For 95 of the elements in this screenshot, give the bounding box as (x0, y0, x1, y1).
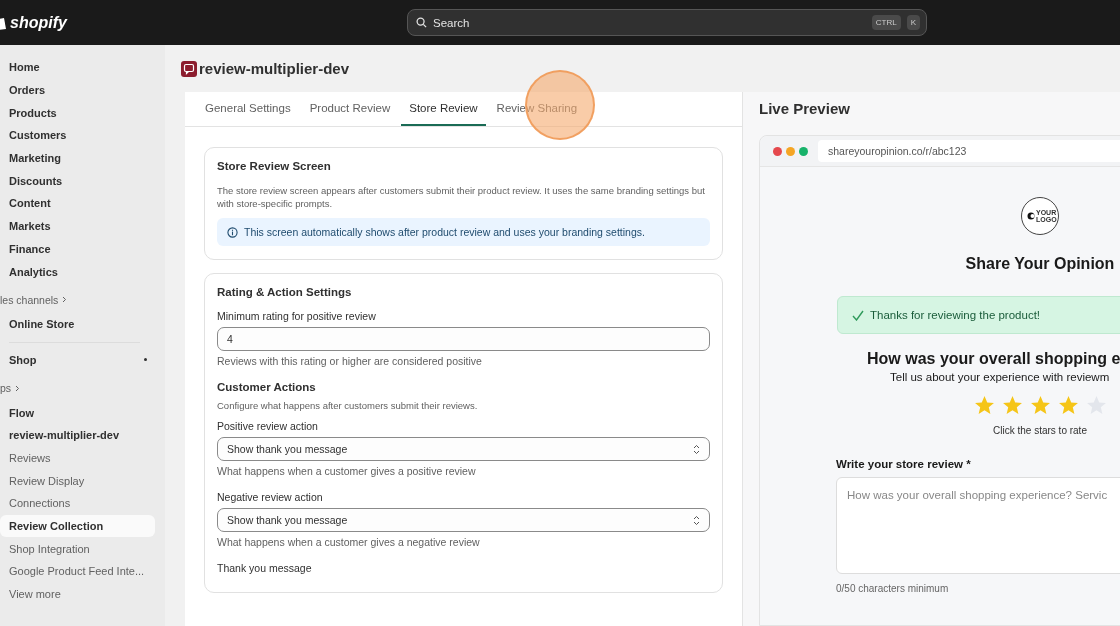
sidebar-label: Flow (9, 406, 35, 419)
chat-bubble-icon (181, 60, 197, 77)
sidebar-label: Markets (9, 220, 51, 233)
sidebar-item[interactable]: Review Display (0, 469, 155, 492)
sidebar-item[interactable]: View more (0, 582, 155, 606)
sidebar-item[interactable]: Shop (0, 348, 155, 372)
up-down-chevron-icon (693, 443, 700, 455)
logo-mark-icon (1027, 212, 1035, 220)
check-icon (852, 309, 864, 321)
sidebar-item[interactable]: Flow (0, 401, 155, 424)
field-label: Negative review action (217, 491, 324, 503)
sidebar-item[interactable]: Review Collection (0, 514, 155, 538)
sidebar-item[interactable]: Orders (0, 78, 155, 102)
sidebar-label: Products (9, 106, 57, 119)
preview-heading: Share Your Opinion (965, 255, 1115, 273)
shortcut-key: CTRL (871, 15, 901, 30)
tab[interactable]: General Settings (197, 92, 299, 126)
star-icon[interactable] (1029, 395, 1051, 415)
sidebar-label: Home (9, 61, 40, 74)
search-icon (416, 17, 427, 28)
sidebar-item[interactable]: Online Store (0, 312, 155, 336)
info-text: This screen automatically shows after product review and uses your branding settings. (244, 226, 645, 238)
input-field[interactable]: 4 (217, 327, 710, 351)
question-subtitle: Tell us about your experience with reviewm (890, 371, 1110, 383)
select-field[interactable]: Show thank you message (217, 437, 710, 461)
chevron-right-icon (62, 296, 68, 304)
sidebar-item[interactable]: Customers (0, 124, 155, 147)
sidebar-label: Customers (9, 129, 67, 142)
sidebar-label: Marketing (9, 152, 61, 165)
sidebar-label: Online Store (9, 318, 75, 331)
description-text: The store review screen appears after customers submit their product review. It uses the same branding settings but with store-specific prompts. (217, 184, 706, 210)
card-title: Store Review Screen (217, 160, 332, 172)
up-down-chevron-icon (693, 514, 700, 526)
star-icon[interactable] (1057, 395, 1079, 415)
sidebar-item[interactable]: Reviews (0, 446, 155, 470)
help-text: What happens when a customer gives a negative review (217, 536, 481, 548)
field-label: Minimum rating for positive review (217, 310, 377, 322)
shortcut-key: K (906, 15, 920, 30)
sidebar-label: Discounts (9, 174, 63, 187)
sidebar-item[interactable]: Google Product Feed Inte... (0, 560, 155, 583)
sidebar-label: Reviews (9, 451, 51, 464)
sidebar-label: Shop Integration (9, 542, 90, 555)
section-header[interactable]: les channels (0, 293, 59, 306)
select-field[interactable]: Show thank you message (217, 508, 710, 532)
sidebar-label: Analytics (9, 265, 58, 278)
maximize-dot (799, 146, 808, 156)
sidebar-label: Review Display (9, 474, 85, 487)
sidebar-label: Finance (9, 242, 51, 255)
star-icon[interactable] (1001, 395, 1023, 415)
help-text: Reviews with this rating or higher are considered positive (217, 355, 483, 367)
sidebar-item[interactable]: Content (0, 192, 155, 215)
field-label: Write your store review * (836, 458, 971, 470)
star-icon[interactable] (973, 395, 995, 415)
app-logo[interactable]: shopify (0, 13, 67, 32)
success-text: Thanks for reviewing the product! (870, 309, 1041, 321)
help-text: What happens when a customer gives a positive review (217, 465, 477, 477)
character-counter: 0/50 characters minimum (836, 583, 949, 594)
chevron-right-icon (15, 384, 21, 392)
question-heading: How was your overall shopping e (867, 350, 1120, 368)
sidebar-label: review-multiplier-dev (9, 429, 120, 442)
sidebar-label: Shop (9, 353, 37, 366)
sidebar-item[interactable]: Finance (0, 237, 155, 261)
field-label: Positive review action (217, 420, 319, 432)
sidebar-label: Content (9, 197, 51, 210)
sidebar-item[interactable]: Connections (0, 492, 155, 515)
search-field[interactable]: Search CTRL K (407, 9, 927, 36)
sidebar-item[interactable]: Markets (0, 214, 155, 238)
sidebar-item[interactable]: Home (0, 56, 155, 79)
sidebar-item[interactable]: Products (0, 101, 155, 125)
star-rating[interactable] (973, 395, 1107, 415)
tab[interactable]: Product Review (301, 92, 399, 126)
sidebar-item[interactable]: Analytics (0, 260, 155, 283)
section-header[interactable]: ps (0, 382, 12, 395)
sidebar-label: View more (9, 588, 61, 601)
sidebar-label: Google Product Feed Inte... (9, 565, 145, 578)
sidebar-item[interactable]: Discounts (0, 169, 155, 193)
sidebar-label: Orders (9, 84, 46, 97)
field-label: Thank you message (217, 562, 313, 574)
info-icon (227, 226, 238, 238)
description-text: Configure what happens after customers submit their reviews. (217, 399, 479, 412)
section-heading: Customer Actions (217, 381, 317, 393)
preview-title: Live Preview (759, 100, 851, 119)
sidebar-label: Review Collection (9, 520, 104, 533)
page-title: review-multiplier-dev (199, 60, 350, 77)
card-title: Rating & Action Settings (217, 286, 353, 298)
sidebar-item[interactable]: Marketing (0, 146, 155, 170)
sidebar-label: Connections (9, 497, 71, 510)
url-field: shareyouropinion.co/r/abc123 (818, 140, 1120, 162)
close-dot (773, 146, 782, 156)
stars-hint: Click the stars to rate (993, 425, 1087, 436)
tab[interactable]: Store Review (401, 92, 486, 126)
review-textarea[interactable]: How was your overall shopping experience? Servic (836, 477, 1120, 574)
sidebar-item[interactable]: review-multiplier-dev (0, 423, 155, 447)
minimize-dot (786, 146, 795, 156)
sidebar-item[interactable]: Shop Integration (0, 537, 155, 561)
